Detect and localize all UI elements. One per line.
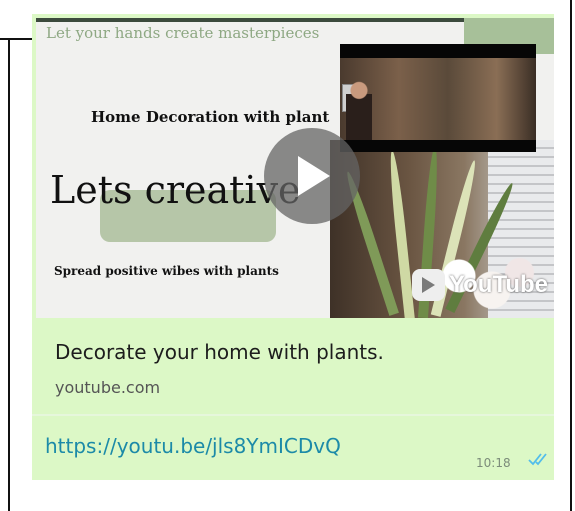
thumbnail-subtext: Spread positive wibes with plants	[54, 264, 279, 278]
youtube-logo: YouTube	[412, 266, 548, 304]
preview-divider	[32, 414, 554, 416]
message-link[interactable]: https://youtu.be/jls8YmICDvQ	[45, 434, 341, 458]
youtube-wordmark: YouTube	[448, 271, 548, 298]
presenter-figure	[346, 78, 372, 140]
message-time: 10:18	[476, 456, 511, 470]
play-button[interactable]	[264, 128, 360, 224]
frame-border-left	[8, 38, 10, 511]
thumbnail-heading: Home Decoration with plant	[91, 108, 330, 126]
link-preview-thumbnail[interactable]: Let your hands create masterpieces Home …	[36, 18, 554, 318]
frame-border-right	[570, 0, 572, 511]
youtube-play-icon	[412, 269, 445, 301]
preview-domain: youtube.com	[55, 378, 161, 397]
preview-title[interactable]: Decorate your home with plants.	[55, 340, 384, 364]
thumbnail-tagline: Let your hands create masterpieces	[46, 24, 320, 42]
play-icon	[298, 156, 330, 196]
double-check-icon	[528, 452, 550, 470]
thumbnail-big-text: Lets creative	[50, 168, 301, 212]
